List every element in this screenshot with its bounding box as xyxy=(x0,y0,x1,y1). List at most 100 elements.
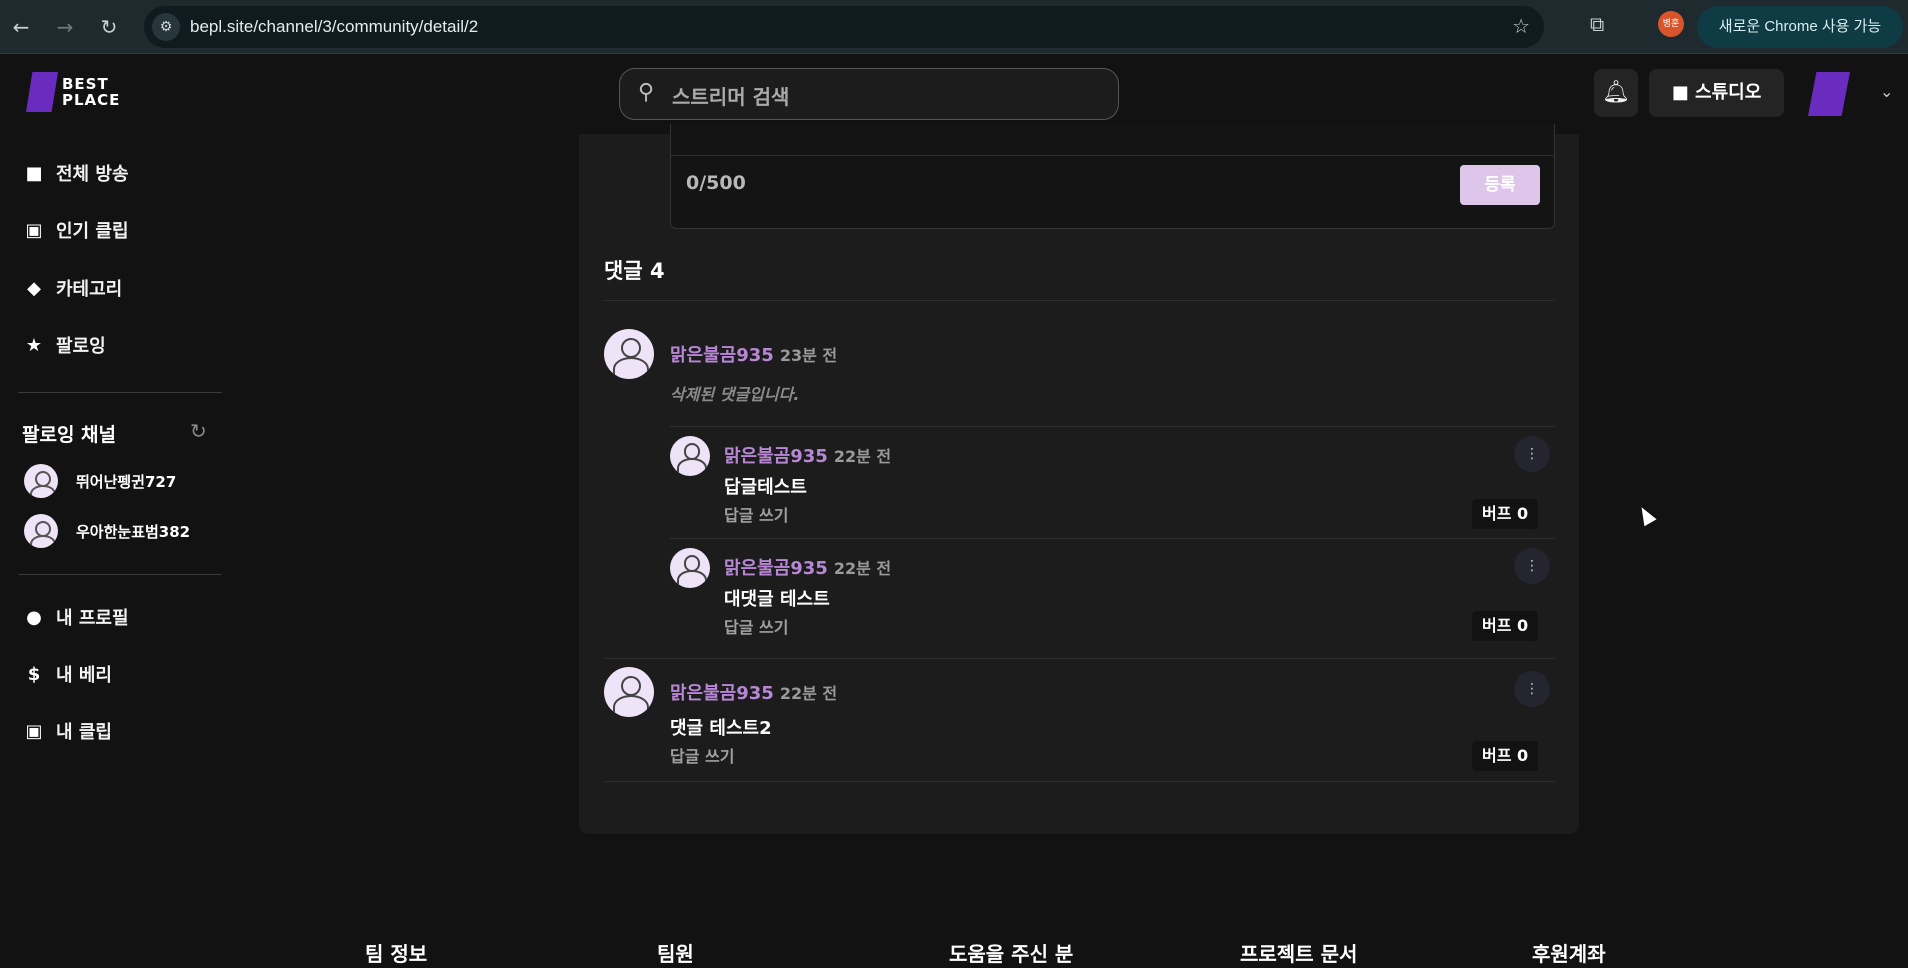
boost-button[interactable]: 버프 0 xyxy=(1472,499,1539,529)
more-options-icon[interactable]: ⋮ xyxy=(1514,671,1550,707)
avatar xyxy=(24,464,58,498)
sidebar-item-label: 인기 클립 xyxy=(56,221,129,242)
video-camera-icon: ■ xyxy=(1671,82,1689,103)
clip-icon: ▣ xyxy=(25,720,43,742)
comment-author[interactable]: 맑은불곰935 22분 전 xyxy=(670,679,837,705)
site-logo[interactable]: BEST PLACE xyxy=(26,72,120,112)
tags-icon: ◆ xyxy=(27,277,41,299)
avatar xyxy=(24,514,58,548)
forward-arrow-icon[interactable]: → xyxy=(50,12,80,42)
author-name: 맑은불곰935 xyxy=(724,558,828,579)
sidebar-item-my-clips[interactable]: ▣ 내 클립 xyxy=(22,718,112,744)
notification-bell-icon[interactable]: 🔔︎ xyxy=(1594,69,1638,117)
extensions-icon[interactable]: ⧉ xyxy=(1590,12,1604,36)
video-camera-icon: ■ xyxy=(25,162,43,184)
comment-time: 23분 전 xyxy=(779,346,838,365)
comments-count-title: 댓글 4 xyxy=(604,259,665,283)
sidebar-item-live[interactable]: ■ 전체 방송 xyxy=(22,160,129,186)
sidebar-divider xyxy=(18,574,222,575)
reply-button[interactable]: 답글 쓰기 xyxy=(670,743,734,767)
star-icon: ★ xyxy=(25,334,43,356)
author-name: 맑은불곰935 xyxy=(670,345,774,366)
comment-time: 22분 전 xyxy=(833,559,892,578)
sidebar-item-label: 내 베리 xyxy=(56,665,112,686)
sidebar-item-following[interactable]: ★ 팔로잉 xyxy=(22,332,106,358)
url-text[interactable]: bepl.site/channel/3/community/detail/2 xyxy=(190,17,478,37)
logo-text-line2: PLACE xyxy=(62,91,121,109)
chevron-down-icon[interactable]: ⌄ xyxy=(1880,82,1893,101)
bookmark-star-icon[interactable]: ☆ xyxy=(1512,14,1530,38)
sidebar-item-my-profile[interactable]: ● 내 프로필 xyxy=(22,604,129,630)
author-name: 맑은불곰935 xyxy=(724,446,828,467)
more-options-icon[interactable]: ⋮ xyxy=(1514,548,1550,584)
search-icon: ⚲ xyxy=(638,80,655,105)
back-arrow-icon[interactable]: ← xyxy=(6,12,36,42)
site-header: BEST PLACE ⚲ 스트리머 검색 🔔︎ ■ 스튜디오 ⌄ xyxy=(0,54,1908,134)
boost-button[interactable]: 버프 0 xyxy=(1472,741,1539,771)
site-info-icon[interactable]: ⚙ xyxy=(152,13,180,41)
author-name: 맑은불곰935 xyxy=(670,683,774,704)
user-icon: ● xyxy=(26,606,42,628)
logo-mark-icon xyxy=(26,72,58,112)
comment-author[interactable]: 맑은불곰935 22분 전 xyxy=(724,442,891,468)
sidebar-divider xyxy=(18,392,222,393)
footer-project-docs[interactable]: 프로젝트 문서 xyxy=(1240,938,1357,967)
sidebar-item-label: 내 프로필 xyxy=(56,608,129,629)
boost-button[interactable]: 버프 0 xyxy=(1472,611,1539,641)
sidebar-item-label: 팔로잉 xyxy=(56,336,106,357)
divider xyxy=(604,781,1555,782)
comment-body: 댓글 테스트2 xyxy=(670,718,772,739)
reply-button[interactable]: 답글 쓰기 xyxy=(724,502,788,526)
divider xyxy=(670,538,1555,539)
comment-author[interactable]: 맑은불곰935 23분 전 xyxy=(670,341,837,367)
composer-divider xyxy=(671,155,1554,156)
avatar[interactable] xyxy=(670,548,710,588)
divider xyxy=(604,300,1555,301)
browser-toolbar: ← → ↻ ⚙ bepl.site/channel/3/community/de… xyxy=(0,0,1908,54)
user-avatar[interactable] xyxy=(1808,72,1850,116)
studio-button[interactable]: ■ 스튜디오 xyxy=(1649,69,1784,117)
sidebar-item-label: 내 클립 xyxy=(56,722,112,743)
character-counter: 0/500 xyxy=(686,172,746,194)
more-options-icon[interactable]: ⋮ xyxy=(1514,436,1550,472)
sidebar: ■ 전체 방송 ▣ 인기 클립 ◆ 카테고리 ★ 팔로잉 팔로잉 채널 ↻ 뛰어… xyxy=(0,134,240,968)
address-bar[interactable]: ⚙ bepl.site/channel/3/community/detail/2… xyxy=(144,6,1544,48)
comment-body: 대댓글 테스트 xyxy=(724,589,830,610)
avatar[interactable] xyxy=(604,329,654,379)
following-channel-item[interactable]: 뛰어난펭귄727 xyxy=(24,464,176,498)
divider xyxy=(604,658,1555,659)
sidebar-item-my-berry[interactable]: $ 내 베리 xyxy=(22,661,112,687)
reload-icon[interactable]: ↻ xyxy=(94,12,124,42)
footer-contributors[interactable]: 도움을 주신 분 xyxy=(949,938,1073,967)
search-placeholder: 스트리머 검색 xyxy=(672,85,790,109)
sidebar-item-label: 카테고리 xyxy=(56,279,123,300)
sidebar-item-label: 전체 방송 xyxy=(56,164,129,185)
clip-icon: ▣ xyxy=(25,219,43,241)
mouse-cursor-icon xyxy=(1635,503,1657,527)
comment-body: 답글테스트 xyxy=(724,477,807,498)
sidebar-item-popular-clips[interactable]: ▣ 인기 클립 xyxy=(22,217,129,243)
channel-name: 뛰어난펭귄727 xyxy=(76,472,177,491)
streamer-search-input[interactable]: ⚲ 스트리머 검색 xyxy=(619,68,1119,120)
community-post-panel: 0/500 등록 댓글 4 맑은불곰935 23분 전 삭제된 댓글입니다. 맑은… xyxy=(579,124,1579,834)
profile-avatar[interactable]: 병훈 xyxy=(1658,11,1684,37)
chrome-update-button[interactable]: 새로운 Chrome 사용 가능 xyxy=(1697,6,1903,48)
submit-comment-button[interactable]: 등록 xyxy=(1460,165,1540,205)
footer-donation-account[interactable]: 후원계좌 xyxy=(1532,938,1606,967)
refresh-icon[interactable]: ↻ xyxy=(190,419,207,443)
following-channel-item[interactable]: 우아한눈표범382 xyxy=(24,514,190,548)
dollar-icon: $ xyxy=(27,663,41,685)
avatar[interactable] xyxy=(604,667,654,717)
sidebar-item-category[interactable]: ◆ 카테고리 xyxy=(22,275,122,301)
reply-button[interactable]: 답글 쓰기 xyxy=(724,614,788,638)
footer-team-members[interactable]: 팀원 xyxy=(657,938,694,967)
comment-author[interactable]: 맑은불곰935 22분 전 xyxy=(724,554,891,580)
divider xyxy=(670,426,1555,427)
footer-team-info[interactable]: 팀 정보 xyxy=(365,938,427,967)
comment-time: 22분 전 xyxy=(779,684,838,703)
comment-time: 22분 전 xyxy=(833,447,892,466)
avatar[interactable] xyxy=(670,436,710,476)
deleted-comment-text: 삭제된 댓글입니다. xyxy=(670,385,800,404)
studio-label: 스튜디오 xyxy=(1695,82,1762,103)
comment-composer[interactable]: 0/500 등록 xyxy=(670,124,1555,229)
